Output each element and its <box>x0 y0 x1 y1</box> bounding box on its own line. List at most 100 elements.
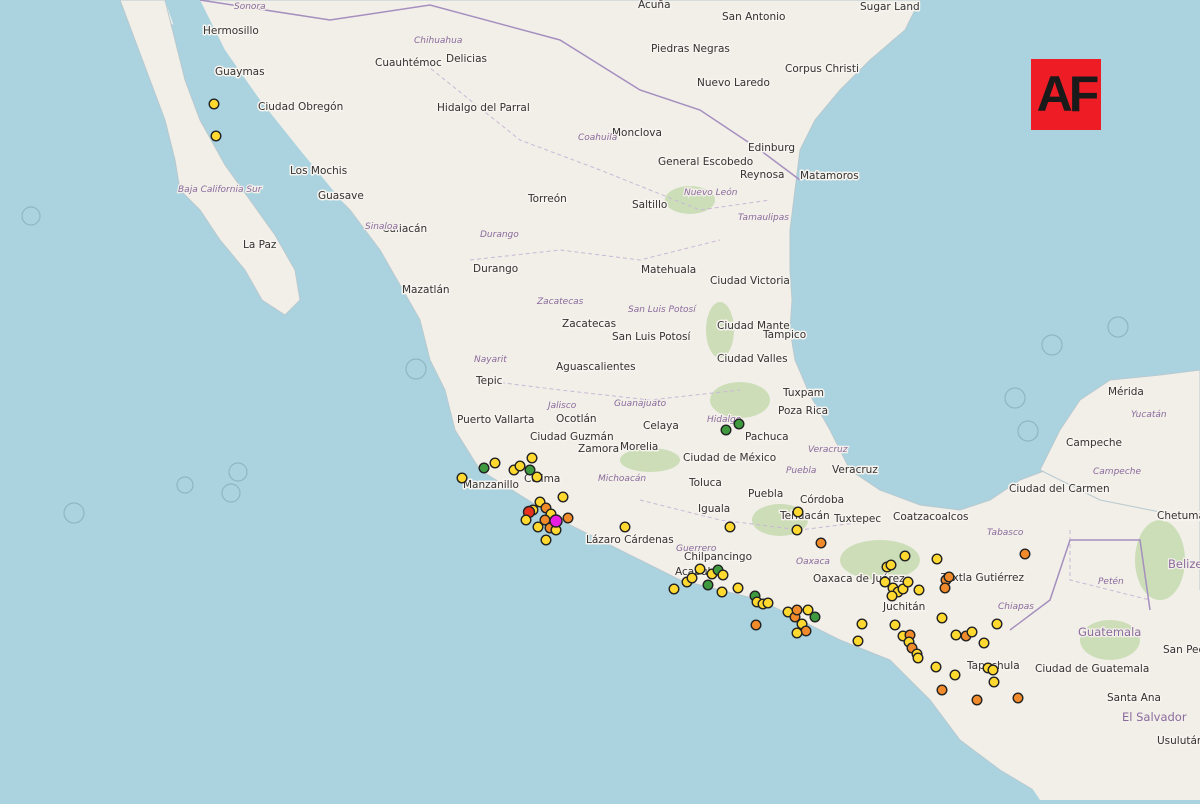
label-iguala: Iguala <box>698 503 730 515</box>
quake-marker[interactable] <box>930 661 942 673</box>
label-la-paz: La Paz <box>243 239 277 251</box>
label-coahuila: Coahuila <box>578 133 617 143</box>
quake-marker[interactable] <box>791 604 803 616</box>
label-ciudad-obregon: Ciudad Obregón <box>258 101 343 113</box>
quake-marker[interactable] <box>733 418 745 430</box>
label-guerrero: Guerrero <box>676 544 717 554</box>
label-toluca: Toluca <box>688 477 722 489</box>
label-corpus-christi: Corpus Christi <box>785 63 859 75</box>
quake-marker[interactable] <box>800 625 812 637</box>
label-lazaro-cardenas: Lázaro Cárdenas <box>586 534 674 546</box>
label-nuevo-leon: Nuevo León <box>684 187 738 198</box>
quake-marker[interactable] <box>489 457 501 469</box>
quake-marker[interactable] <box>889 619 901 631</box>
label-ciudad-de-mexico: Ciudad de México <box>683 452 776 464</box>
quake-marker[interactable] <box>899 550 911 562</box>
quake-marker[interactable] <box>1019 548 1031 560</box>
label-chiapas: Chiapas <box>998 602 1034 612</box>
quake-marker[interactable] <box>988 676 1000 688</box>
quake-marker[interactable] <box>978 637 990 649</box>
quake-marker[interactable] <box>791 627 803 639</box>
quake-marker[interactable] <box>1012 692 1024 704</box>
label-piedras-negras: Piedras Negras <box>651 43 730 55</box>
quake-marker[interactable] <box>717 569 729 581</box>
label-san-luis-potosi: San Luis Potosí <box>612 331 692 343</box>
label-tuxtepec: Tuxtepec <box>833 513 881 525</box>
quake-marker[interactable] <box>936 612 948 624</box>
quake-marker[interactable] <box>668 583 680 595</box>
quake-marker[interactable] <box>208 98 220 110</box>
quake-marker[interactable] <box>531 471 543 483</box>
quake-marker[interactable] <box>724 521 736 533</box>
quake-marker[interactable] <box>966 626 978 638</box>
quake-marker[interactable] <box>931 553 943 565</box>
quake-marker[interactable] <box>912 652 924 664</box>
quake-marker[interactable] <box>716 586 728 598</box>
label-cordoba: Córdoba <box>800 494 844 506</box>
label-acuna: Acuña <box>638 0 671 11</box>
label-aguascalientes: Aguascalientes <box>556 361 636 373</box>
quake-marker[interactable] <box>526 452 538 464</box>
quake-marker[interactable] <box>750 619 762 631</box>
label-tuxpam: Tuxpam <box>782 387 824 399</box>
quake-marker[interactable] <box>939 582 951 594</box>
label-belize: Belize <box>1168 557 1200 571</box>
label-nayarit: Nayarit <box>474 355 507 365</box>
label-el-salvador: El Salvador <box>1122 710 1187 724</box>
quake-marker[interactable] <box>792 506 804 518</box>
quake-marker[interactable] <box>557 491 569 503</box>
label-ciudad-valles: Ciudad Valles <box>717 353 788 365</box>
label-ocotlan: Ocotlán <box>556 413 597 425</box>
quake-marker[interactable] <box>686 572 698 584</box>
quake-marker[interactable] <box>720 424 732 436</box>
quake-marker[interactable] <box>885 559 897 571</box>
label-guaymas: Guaymas <box>215 66 265 78</box>
label-sonora: Sonora <box>234 2 266 12</box>
quake-marker[interactable] <box>762 597 774 609</box>
quake-marker[interactable] <box>991 618 1003 630</box>
quake-marker[interactable] <box>886 590 898 602</box>
quake-marker[interactable] <box>732 582 744 594</box>
quake-marker[interactable] <box>694 563 706 575</box>
label-ciudad-victoria: Ciudad Victoria <box>710 275 790 287</box>
quake-marker[interactable] <box>856 618 868 630</box>
label-edinburg: Edinburg <box>748 142 795 154</box>
label-sinaloa: Sinaloa <box>365 222 398 232</box>
quake-marker[interactable] <box>950 629 962 641</box>
label-saltillo: Saltillo <box>632 199 667 211</box>
quake-marker[interactable] <box>562 512 574 524</box>
label-celaya: Celaya <box>643 420 679 432</box>
label-usulutan: Usulután <box>1157 735 1200 747</box>
quake-marker[interactable] <box>809 611 821 623</box>
quake-marker[interactable] <box>902 576 914 588</box>
quake-marker[interactable] <box>815 537 827 549</box>
quake-marker[interactable] <box>520 514 532 526</box>
label-campeche-city: Campeche <box>1066 437 1122 449</box>
quake-marker[interactable] <box>619 521 631 533</box>
map-canvas[interactable]: Hermosillo Sonora Guaymas Ciudad Obregón… <box>0 0 1200 801</box>
quake-marker[interactable] <box>943 571 955 583</box>
quake-marker[interactable] <box>478 462 490 474</box>
label-cuauhtemoc: Cuauhtémoc <box>375 57 442 69</box>
quake-marker[interactable] <box>210 130 222 142</box>
label-veracruz: Veracruz <box>832 464 878 476</box>
quake-marker[interactable] <box>456 472 468 484</box>
quake-marker[interactable] <box>852 635 864 647</box>
quake-marker[interactable] <box>913 584 925 596</box>
quake-marker[interactable] <box>936 684 948 696</box>
label-tampico: Tampico <box>762 329 806 341</box>
quake-marker[interactable] <box>791 524 803 536</box>
quake-marker[interactable] <box>514 460 526 472</box>
label-coatzacoalcos: Coatzacoalcos <box>893 511 968 523</box>
quake-marker[interactable] <box>702 579 714 591</box>
map-svg[interactable]: Hermosillo Sonora Guaymas Ciudad Obregón… <box>0 0 1200 801</box>
label-merida: Mérida <box>1108 386 1144 398</box>
label-manzanillo: Manzanillo <box>463 479 519 491</box>
quake-marker[interactable] <box>987 664 999 676</box>
label-zacatecas-state: Zacatecas <box>536 297 584 307</box>
quake-marker[interactable] <box>549 514 563 528</box>
quake-marker[interactable] <box>971 694 983 706</box>
quake-marker[interactable] <box>949 669 961 681</box>
label-san-pedro-sula: San Pedro Sula <box>1163 644 1200 656</box>
quake-marker[interactable] <box>540 534 552 546</box>
